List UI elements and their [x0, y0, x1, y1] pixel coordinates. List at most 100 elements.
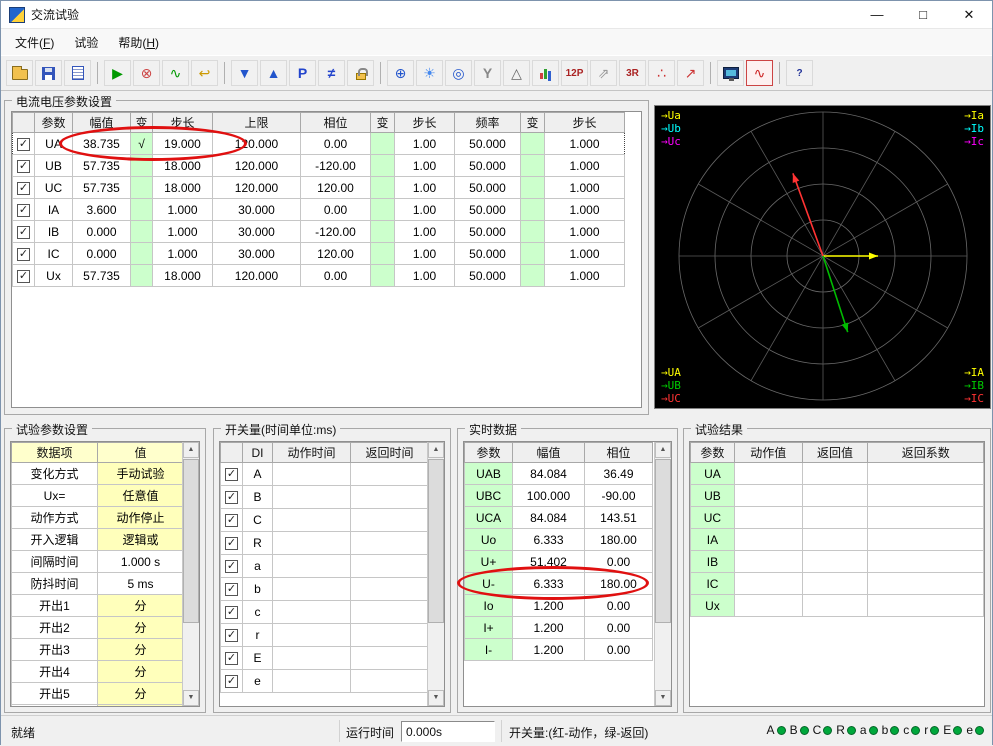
checkbox-icon[interactable]: ✓	[17, 270, 30, 283]
param-row-checkbox[interactable]: ✓	[13, 265, 35, 287]
realtime-scrollbar[interactable]: ▲ ▼	[654, 442, 671, 706]
switch-scrollbar[interactable]: ▲ ▼	[427, 442, 444, 706]
test-params-scrollbar[interactable]: ▲ ▼	[182, 442, 199, 706]
param-value-cell[interactable]	[371, 221, 395, 243]
param-value-cell[interactable]: 1.00	[395, 199, 455, 221]
context-help-icon[interactable]: ?	[786, 60, 813, 86]
tp-value-cell[interactable]: 分	[98, 683, 184, 705]
param-value-cell[interactable]: 1.000	[545, 243, 625, 265]
param-value-cell[interactable]: -120.00	[301, 155, 371, 177]
param-value-cell[interactable]	[371, 177, 395, 199]
tp-value-cell[interactable]: 逻辑或	[98, 529, 184, 551]
scroll-up-icon[interactable]: ▲	[428, 442, 444, 458]
close-button[interactable]: ✕	[946, 1, 992, 28]
param-name-cell[interactable]: IC	[35, 243, 73, 265]
param-value-cell[interactable]: 1.000	[545, 221, 625, 243]
param-value-cell[interactable]: 1.000	[545, 155, 625, 177]
param-value-cell[interactable]: 50.000	[455, 199, 521, 221]
param-value-cell[interactable]	[521, 199, 545, 221]
switch-checkbox[interactable]: ✓	[221, 647, 243, 670]
tp-value-cell[interactable]: 分	[98, 661, 184, 683]
param-value-cell[interactable]: 120.000	[213, 155, 301, 177]
switch-checkbox[interactable]: ✓	[221, 486, 243, 509]
scroll-down-icon[interactable]: ▼	[183, 690, 199, 706]
scroll-down-icon[interactable]: ▼	[655, 690, 671, 706]
param-value-cell[interactable]: 30.000	[213, 243, 301, 265]
scroll-thumb[interactable]	[428, 459, 444, 623]
switch-checkbox[interactable]: ✓	[221, 509, 243, 532]
switch-checkbox[interactable]: ✓	[221, 670, 243, 693]
param-row-checkbox[interactable]: ✓	[13, 133, 35, 155]
param-value-cell[interactable]: 50.000	[455, 221, 521, 243]
tp-value-cell[interactable]: 分	[98, 595, 184, 617]
param-value-cell[interactable]: 50.000	[455, 243, 521, 265]
switch-checkbox[interactable]: ✓	[221, 578, 243, 601]
checkbox-icon[interactable]: ✓	[225, 629, 238, 642]
param-value-cell[interactable]	[371, 155, 395, 177]
param-name-cell[interactable]: Ux	[35, 265, 73, 287]
param-value-cell[interactable]: 1.00	[395, 133, 455, 155]
monitor-icon[interactable]	[717, 60, 744, 86]
param-value-cell[interactable]: √	[131, 133, 153, 155]
param-value-cell[interactable]: 19.000	[153, 133, 213, 155]
checkbox-icon[interactable]: ✓	[17, 226, 30, 239]
scroll-up-icon[interactable]: ▲	[655, 442, 671, 458]
param-value-cell[interactable]	[131, 221, 153, 243]
checkbox-icon[interactable]: ✓	[17, 160, 30, 173]
scroll-thumb[interactable]	[183, 459, 199, 623]
y-connect-icon[interactable]: Y	[474, 60, 501, 86]
param-value-cell[interactable]: 120.000	[213, 133, 301, 155]
zoom-icon[interactable]: ⊕	[387, 60, 414, 86]
param-value-cell[interactable]: 57.735	[73, 177, 131, 199]
vector-gray-icon[interactable]: ⇗	[590, 60, 617, 86]
param-value-cell[interactable]	[131, 265, 153, 287]
param-value-cell[interactable]: -120.00	[301, 221, 371, 243]
param-value-cell[interactable]	[521, 133, 545, 155]
param-value-cell[interactable]	[371, 265, 395, 287]
checkbox-icon[interactable]: ✓	[225, 468, 238, 481]
switch-checkbox[interactable]: ✓	[221, 555, 243, 578]
switch-checkbox[interactable]: ✓	[221, 463, 243, 486]
undo-icon[interactable]: ↩	[191, 60, 218, 86]
save-icon[interactable]	[35, 60, 62, 86]
param-row-checkbox[interactable]: ✓	[13, 177, 35, 199]
param-name-cell[interactable]: UC	[35, 177, 73, 199]
report-icon[interactable]	[64, 60, 91, 86]
param-value-cell[interactable]: 120.00	[301, 243, 371, 265]
maximize-button[interactable]: □	[900, 1, 946, 28]
param-value-cell[interactable]: 50.000	[455, 133, 521, 155]
param-value-cell[interactable]: 30.000	[213, 221, 301, 243]
param-value-cell[interactable]	[371, 133, 395, 155]
param-value-cell[interactable]: 1.000	[545, 133, 625, 155]
param-name-cell[interactable]: IA	[35, 199, 73, 221]
param-value-cell[interactable]: 1.000	[545, 265, 625, 287]
start-test-icon[interactable]: ▶	[104, 60, 131, 86]
checkbox-icon[interactable]: ✓	[225, 514, 238, 527]
switch-checkbox[interactable]: ✓	[221, 532, 243, 555]
param-value-cell[interactable]: 50.000	[455, 177, 521, 199]
param-row-checkbox[interactable]: ✓	[13, 243, 35, 265]
param-value-cell[interactable]	[521, 243, 545, 265]
param-value-cell[interactable]	[521, 221, 545, 243]
open-folder-icon[interactable]	[6, 60, 33, 86]
checkbox-icon[interactable]: ✓	[225, 560, 238, 573]
param-value-cell[interactable]	[131, 243, 153, 265]
param-value-cell[interactable]	[521, 177, 545, 199]
wave-toggle-icon[interactable]: ∿	[746, 60, 773, 86]
target-icon[interactable]: ◎	[445, 60, 472, 86]
param-value-cell[interactable]	[131, 177, 153, 199]
phase-balance-icon[interactable]: ≠	[318, 60, 345, 86]
brightness-icon[interactable]: ☀	[416, 60, 443, 86]
param-value-cell[interactable]	[521, 265, 545, 287]
tp-value-cell[interactable]: 手动试验	[98, 463, 184, 485]
tp-value-cell[interactable]: 分	[98, 617, 184, 639]
harmonic-bars-icon[interactable]	[532, 60, 559, 86]
lock-icon[interactable]	[347, 60, 374, 86]
stop-test-icon[interactable]: ⊗	[133, 60, 160, 86]
12p-icon[interactable]: 12P	[561, 60, 588, 86]
param-name-cell[interactable]: IB	[35, 221, 73, 243]
param-value-cell[interactable]: 3.600	[73, 199, 131, 221]
checkbox-icon[interactable]: ✓	[17, 182, 30, 195]
menu-item-1[interactable]: 文件(F)	[5, 30, 64, 55]
scroll-down-icon[interactable]: ▼	[428, 690, 444, 706]
